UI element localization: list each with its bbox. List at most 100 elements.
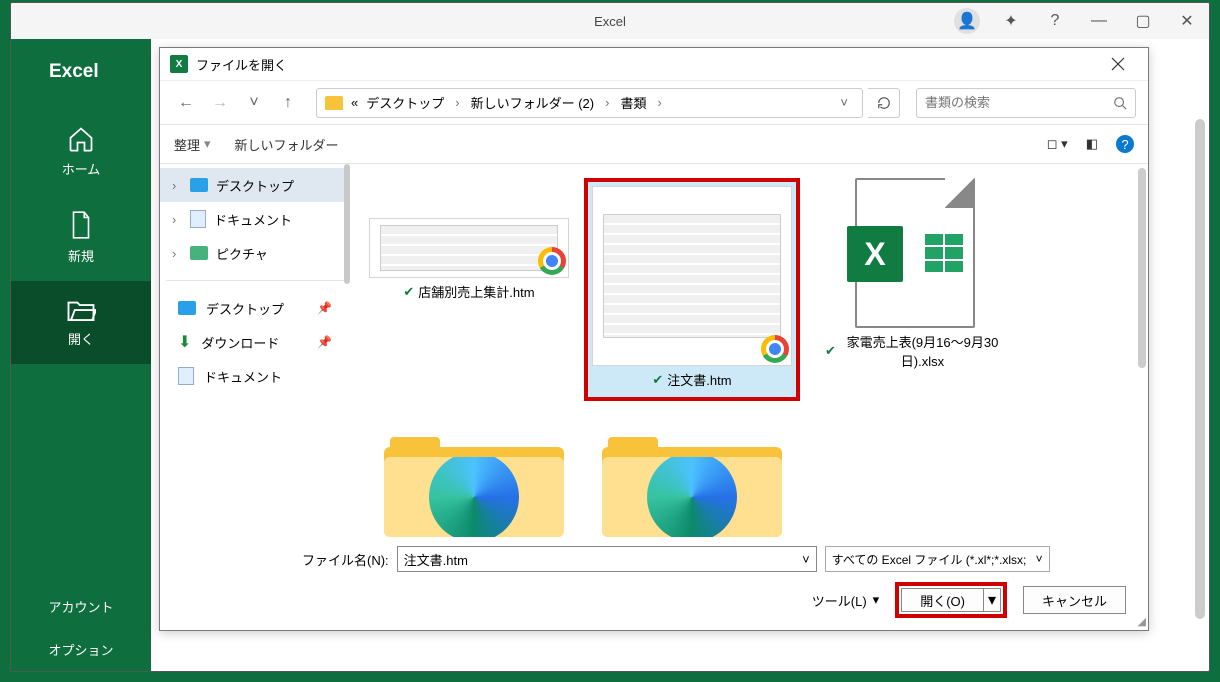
dialog-title: ファイルを開く [196,55,287,74]
dialog-bottom: ファイル名(N): 注文書.htm ˅ すべての Excel ファイル (*.x… [160,538,1148,630]
breadcrumb-dropdown[interactable]: ˅ [834,95,854,110]
open-dropdown[interactable]: ▾ [983,588,1001,612]
document-icon [190,210,206,228]
quick-documents[interactable]: ドキュメント [160,359,350,393]
file-list: ✔店舗別売上集計.htm ✔注文書.htm X ✔家電 [350,164,1148,538]
close-window-button[interactable]: ✕ [1169,5,1205,37]
desktop-icon [178,301,196,315]
filetype-value: すべての Excel ファイル (*.xl*;*.xlsx; [832,551,1027,568]
excel-icon: X [170,55,188,73]
chrome-icon [538,247,566,275]
breadcrumb-seg[interactable]: 書類 [616,91,650,114]
folder-open-icon [66,297,96,323]
filetype-select[interactable]: すべての Excel ファイル (*.xl*;*.xlsx; ˅ [825,546,1050,572]
chevron-right-icon: › [172,178,182,193]
sidebar-item-new[interactable]: 新規 [11,194,151,281]
filename-value: 注文書.htm [404,550,468,569]
dialog-nav: ← → ˅ ↑ « デスクトップ 新しいフォルダー (2) 書類 ˅ [160,80,1148,124]
resize-grip[interactable]: ◢ [1138,615,1146,628]
pin-icon: 📌 [317,335,332,349]
tree-desktop[interactable]: › デスクトップ [160,168,350,202]
file-item[interactable]: ✔店舗別売上集計.htm [374,214,564,405]
pin-icon: 📌 [317,301,332,315]
document-icon [68,210,94,240]
help-icon[interactable]: ? [1116,135,1134,153]
file-name: 店舗別売上集計.htm [418,282,534,301]
new-folder-button[interactable]: 新しいフォルダー [235,135,339,154]
back-button[interactable]: ← [172,89,200,117]
preview-toggle[interactable]: ◧ [1086,136,1098,152]
sidebar-item-home[interactable]: ホーム [11,109,151,194]
file-item-selected[interactable]: ✔注文書.htm [582,174,802,405]
breadcrumb-seg[interactable]: デスクトップ [362,91,448,114]
excel-thumbnail: X [855,178,975,328]
window-controls: 👤 ✦ ? — ▢ ✕ [949,5,1209,37]
sidebar: Excel ホーム 新規 開く アカウント オプション [11,39,151,671]
desktop-icon [190,178,208,192]
file-item-folder[interactable] [592,423,792,538]
file-item-folder[interactable] [374,423,574,538]
search-box[interactable] [916,88,1136,118]
file-item[interactable]: X ✔家電売上表(9月16～9月30日).xlsx [820,174,1010,405]
dialog-close-button[interactable] [1098,49,1138,79]
filename-input[interactable]: 注文書.htm ˅ [397,546,817,572]
tree-item-label: デスクトップ [216,176,294,195]
breadcrumb[interactable]: « デスクトップ 新しいフォルダー (2) 書類 ˅ [316,88,863,118]
refresh-icon [877,96,891,110]
tree-item-label: ドキュメント [214,210,292,229]
up-button[interactable]: ↑ [274,89,302,117]
pictures-icon [190,246,208,260]
sidebar-item-label: ホーム [62,159,101,178]
recent-dropdown[interactable]: ˅ [240,89,268,117]
chevron-down-icon[interactable]: ˅ [802,552,810,567]
comments-icon[interactable]: ✦ [993,5,1029,37]
chrome-icon [761,335,789,363]
app-title: Excel [594,14,626,29]
sync-icon: ✔ [825,343,836,359]
tree-documents[interactable]: › ドキュメント [160,202,350,236]
tree-pictures[interactable]: › ピクチャ [160,236,350,270]
open-button-highlight: 開く(O) ▾ [895,582,1007,618]
content-scrollbar[interactable] [1195,119,1205,619]
chevron-right-icon: › [172,212,182,227]
open-button[interactable]: 開く(O) [901,588,984,612]
quick-downloads[interactable]: ⬇ ダウンロード 📌 [160,325,350,359]
minimize-button[interactable]: — [1081,5,1117,37]
sidebar-options[interactable]: オプション [11,628,151,671]
dialog-toolbar: 整理 ▾ 新しいフォルダー ◻ ▾ ◧ ? [160,125,1148,163]
sidebar-item-open[interactable]: 開く [11,281,151,364]
dialog-title-bar: X ファイルを開く [160,48,1148,80]
content-area: X ファイルを開く ← → ˅ ↑ « デスクトップ 新しいフォルダー (2) … [151,39,1209,671]
home-icon [67,125,95,153]
tools-menu[interactable]: ツール(L) ▾ [812,591,879,610]
sidebar-item-label: 新規 [68,246,94,265]
forward-button[interactable]: → [206,89,234,117]
filename-label: ファイル名(N): [302,550,389,569]
breadcrumb-seg[interactable]: 新しいフォルダー (2) [467,91,599,114]
avatar[interactable]: 👤 [949,5,985,37]
maximize-button[interactable]: ▢ [1125,5,1161,37]
download-icon: ⬇ [178,332,191,352]
file-name: 注文書.htm [667,370,731,389]
brand-label: Excel [11,39,151,109]
filename-row: ファイル名(N): 注文書.htm ˅ すべての Excel ファイル (*.x… [182,546,1126,572]
sidebar-account[interactable]: アカウント [11,585,151,628]
refresh-button[interactable] [868,88,900,118]
sync-icon: ✔ [652,372,663,388]
quick-desktop[interactable]: デスクトップ 📌 [160,291,350,325]
cancel-button[interactable]: キャンセル [1023,586,1126,614]
tree-item-label: ピクチャ [216,244,268,263]
organize-menu[interactable]: 整理 ▾ [174,135,211,154]
file-open-dialog: X ファイルを開く ← → ˅ ↑ « デスクトップ 新しいフォルダー (2) … [159,47,1149,631]
chevron-right-icon: › [172,246,182,261]
search-input[interactable] [925,95,1113,110]
quick-item-label: ドキュメント [204,367,282,386]
document-icon [178,367,194,385]
folder-icon [325,96,343,110]
chevron-down-icon[interactable]: ˅ [1036,552,1043,566]
quick-item-label: デスクトップ [206,299,284,318]
view-mode-button[interactable]: ◻ ▾ [1047,136,1068,152]
file-name: 家電売上表(9月16～9月30日).xlsx [840,332,1005,370]
help-button[interactable]: ? [1037,5,1073,37]
title-bar: Excel 👤 ✦ ? — ▢ ✕ [11,3,1209,39]
